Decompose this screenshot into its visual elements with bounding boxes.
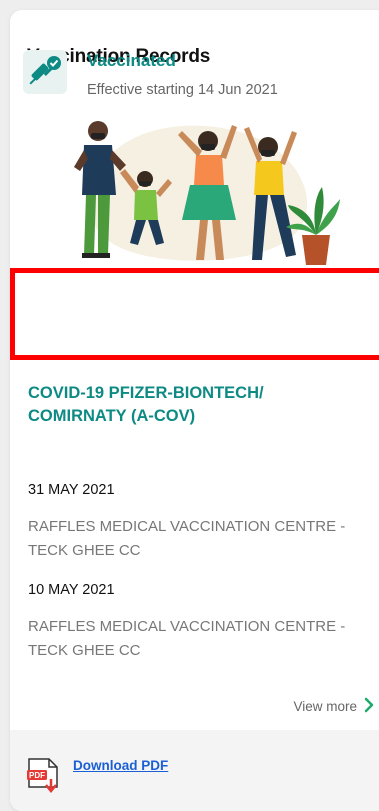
dose-venue: RAFFLES MEDICAL VACCINATION CENTRE - TEC… — [28, 518, 346, 559]
syringe-check-icon — [23, 50, 67, 94]
footer-download-area: PDF Download PDF — [10, 730, 379, 811]
vaccine-name: COVID-19 PFIZER-BIONTECH/ COMIRNATY (A-C… — [28, 384, 264, 425]
dose-venue: RAFFLES MEDICAL VACCINATION CENTRE - TEC… — [28, 618, 346, 659]
download-pdf-link[interactable]: Download PDF — [73, 758, 168, 773]
vaccination-records-card: Vaccination Records Vaccinated Effective… — [10, 10, 379, 811]
dose-date: 10 MAY 2021 — [28, 582, 115, 598]
vaccination-status-highlight — [10, 268, 379, 360]
chevron-right-icon[interactable] — [362, 696, 376, 714]
celebration-illustration — [74, 121, 340, 265]
status-effective-date: Effective starting 14 Jun 2021 — [87, 82, 278, 98]
dose-date: 31 MAY 2021 — [28, 482, 115, 498]
pdf-file-icon: PDF — [27, 758, 58, 793]
svg-text:PDF: PDF — [29, 771, 45, 780]
status-label: Vaccinated — [87, 51, 176, 70]
view-more-link[interactable]: View more — [293, 699, 357, 714]
